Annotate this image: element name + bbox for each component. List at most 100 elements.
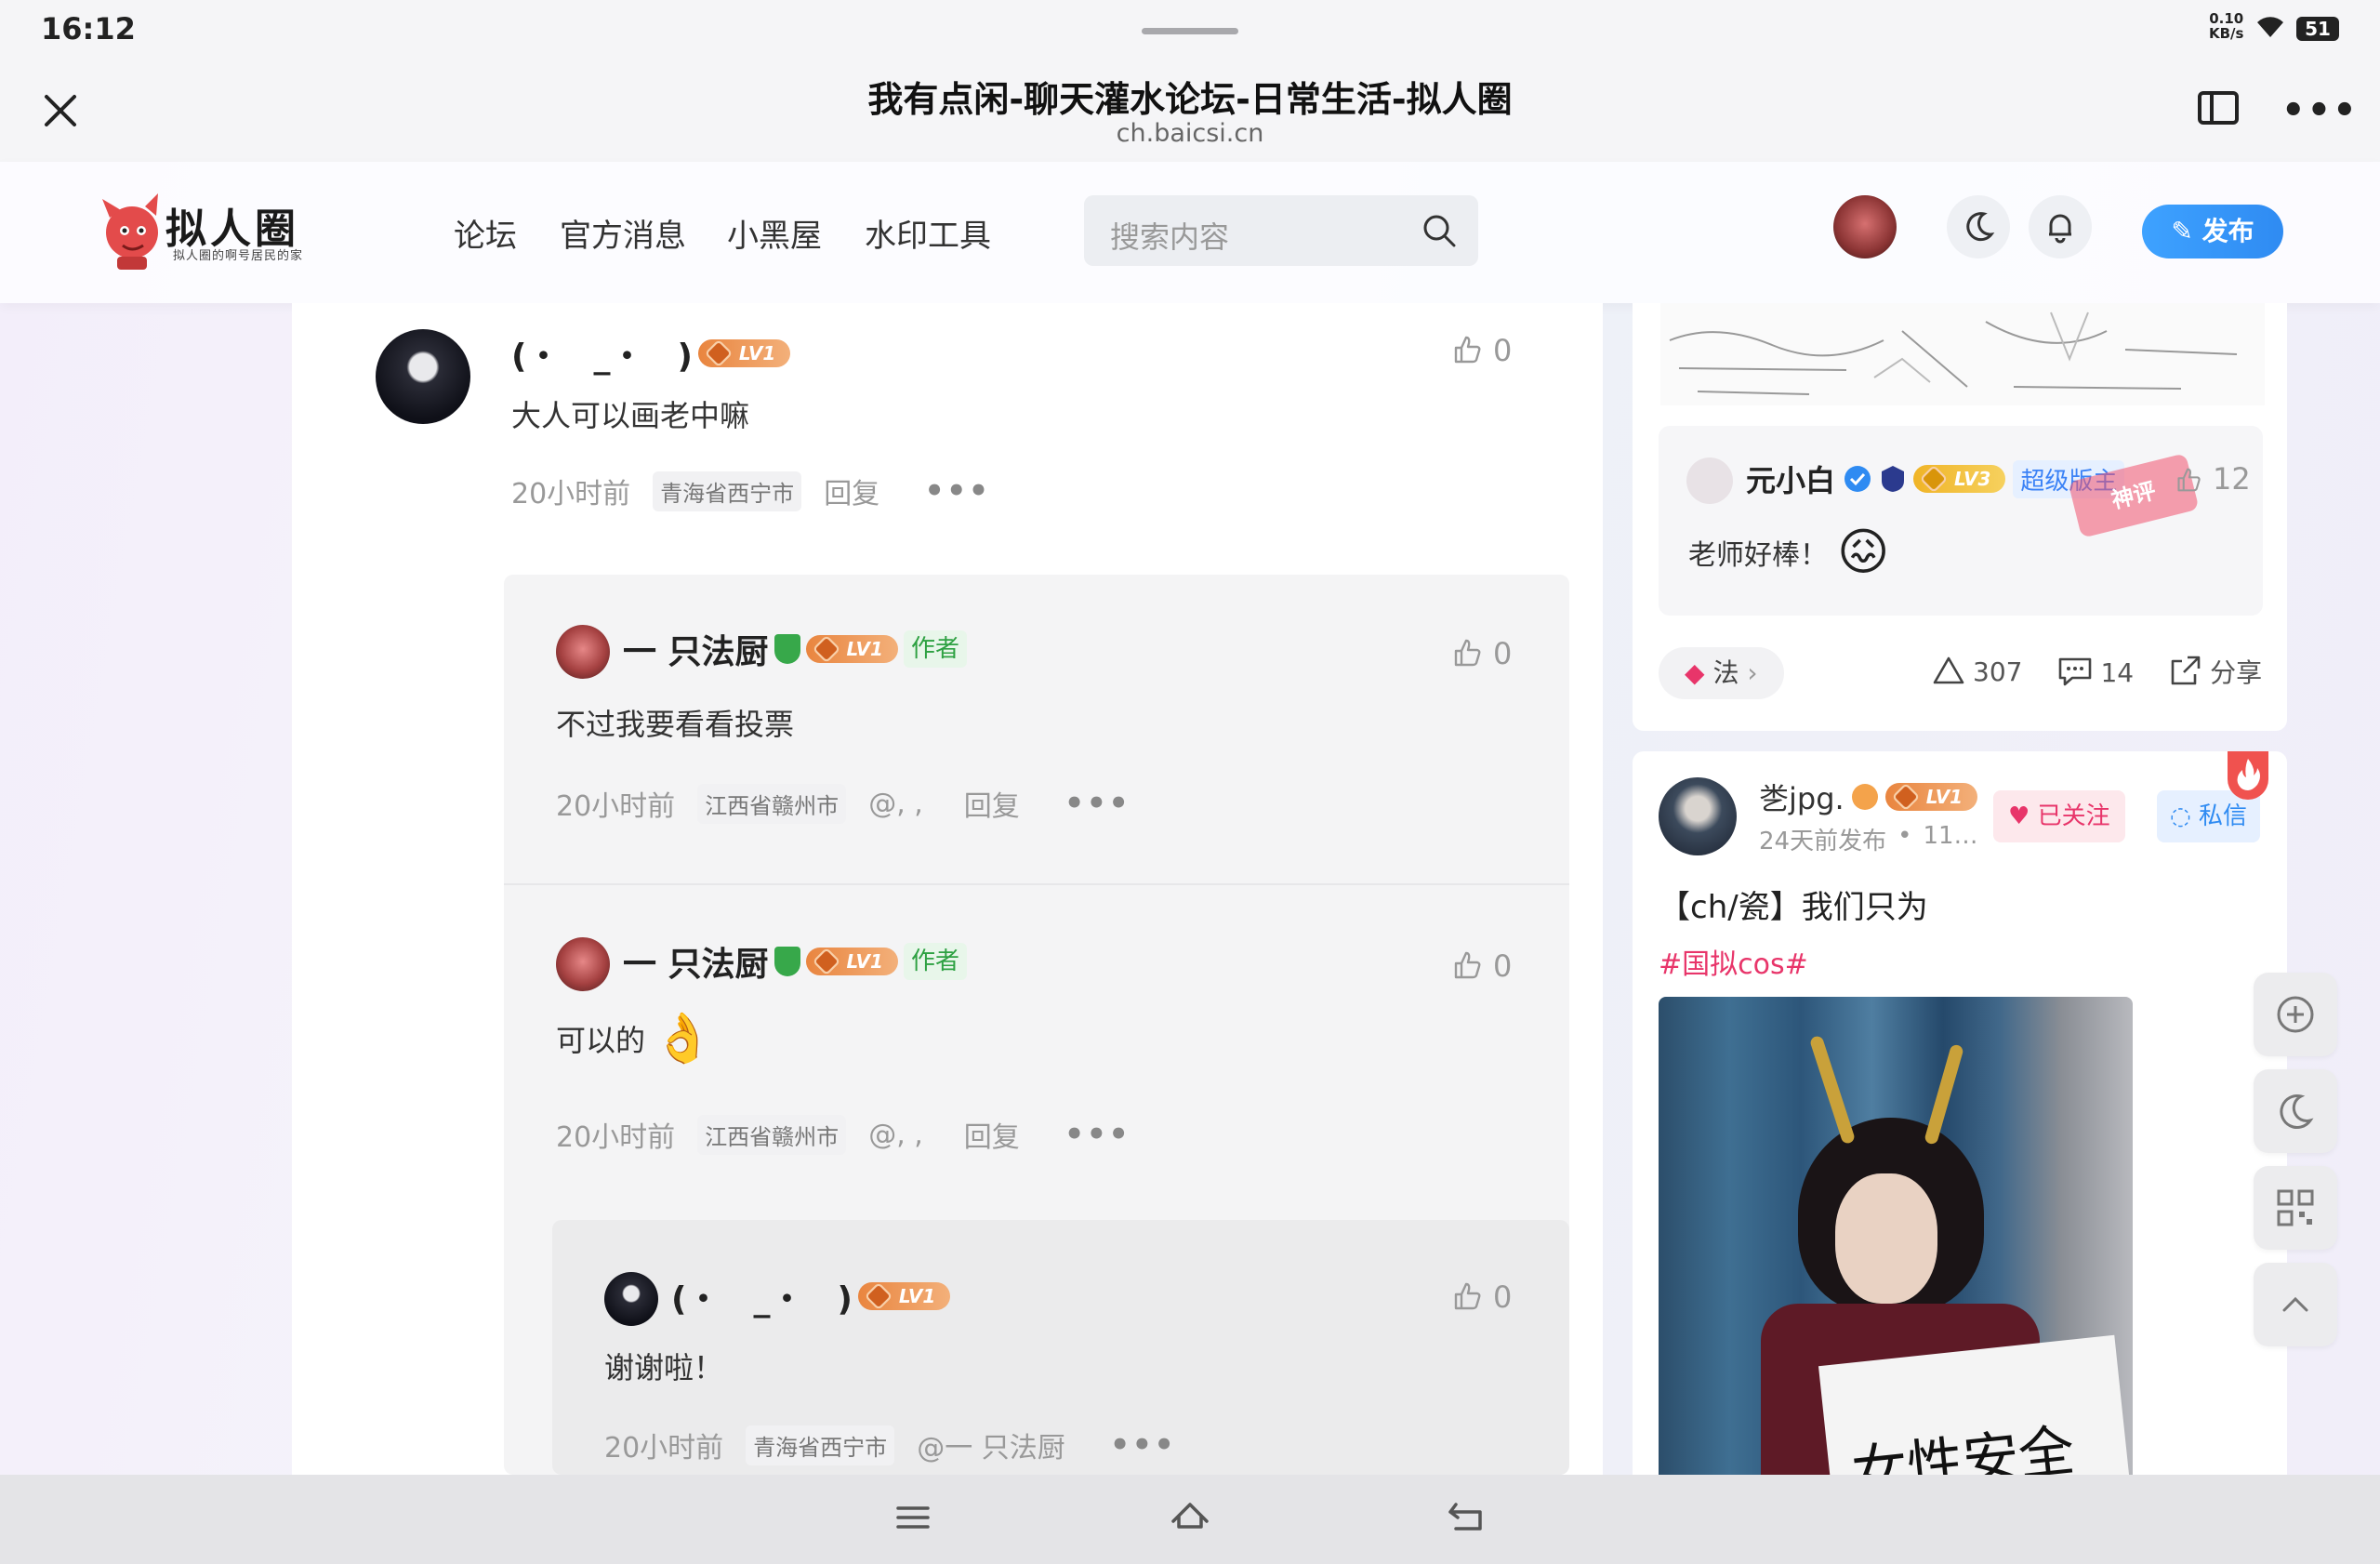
page-url: ch.baicsi.cn	[1116, 119, 1264, 148]
more-options-icon[interactable]: •••	[1064, 785, 1130, 822]
search-icon[interactable]	[1421, 212, 1458, 249]
like-button[interactable]: 0	[1452, 948, 1512, 984]
heart-icon: ♥	[2008, 802, 2038, 830]
reply-time: 20小时前	[556, 790, 676, 823]
commenter-name[interactable]: (・ _・ )	[511, 329, 693, 378]
like-button[interactable]: 0	[1452, 636, 1512, 671]
site-header: 拟人圈 拟人圈的啊号居民的家 论坛 官方消息 小黑屋 水印工具 搜索内容 ✎ 发…	[0, 162, 2380, 303]
reply-header: (・ _・ ) LV1	[671, 1272, 951, 1320]
more-icon[interactable]: •••	[2281, 89, 2359, 132]
battery-icon: 51	[2296, 17, 2339, 41]
comment-icon	[2059, 657, 2092, 685]
notifications-button[interactable]	[2029, 195, 2092, 258]
reply-button[interactable]: 回复	[964, 1114, 1020, 1155]
sidebar-post-card: 元小白 LV3 超级版主 神评 12 老师好棒！ 😖 ◆ 法 › 307 14 …	[1633, 303, 2287, 731]
page-title: 我有点闲-聊天灌水论坛-日常生活-拟人圈	[867, 79, 1513, 120]
thumbs-up-icon	[1454, 336, 1481, 364]
share-icon	[2171, 656, 2201, 685]
nav-official-news[interactable]: 官方消息	[560, 210, 686, 256]
home-icon[interactable]	[1170, 1499, 1210, 1536]
hot-comment-header: 元小白 LV3 超级版主	[1746, 457, 2125, 500]
followed-button[interactable]: ♥ 已关注	[1993, 790, 2125, 842]
comments-button[interactable]: 14	[2057, 656, 2134, 688]
emoji: 😖	[1837, 523, 1890, 581]
nav-watermark-tool[interactable]: 水印工具	[865, 210, 991, 256]
mention-link[interactable]: @一 只法厨	[917, 1425, 1065, 1465]
more-options-icon[interactable]: •••	[1110, 1426, 1176, 1464]
hot-comment-avatar[interactable]	[1686, 457, 1733, 504]
reply-avatar[interactable]	[556, 937, 610, 991]
like-button[interactable]: 0	[1452, 333, 1512, 368]
mention-link[interactable]: @, ,	[868, 1119, 923, 1151]
more-options-icon[interactable]: •••	[1064, 1116, 1130, 1153]
mention-link[interactable]: @, ,	[868, 788, 923, 820]
reply-button[interactable]: 回复	[824, 471, 879, 511]
nav-blackroom[interactable]: 小黑屋	[727, 210, 822, 256]
sketch-image[interactable]	[1660, 303, 2265, 405]
qr-code-button[interactable]	[2254, 1166, 2337, 1250]
hot-comment-user[interactable]: 元小白	[1746, 457, 1835, 500]
commenter-avatar[interactable]	[376, 329, 470, 424]
nav-forum[interactable]: 论坛	[454, 210, 517, 256]
level-badge: LV1	[1884, 783, 1978, 811]
author-tag: 作者	[903, 630, 967, 668]
triangle-up-icon	[1933, 656, 1964, 684]
horn-left	[1808, 1034, 1857, 1146]
post-tag-chip[interactable]: ◆ 法 ›	[1659, 647, 1784, 699]
comment-text: 大人可以画老中嘛	[511, 398, 750, 433]
reply-button[interactable]: 回复	[964, 783, 1020, 824]
search-input[interactable]: 搜索内容	[1084, 195, 1478, 266]
thumbs-up-icon	[1454, 951, 1481, 979]
post-stats: 307 14 分享	[1932, 653, 2262, 690]
reply-avatar[interactable]	[604, 1272, 658, 1326]
system-nav-bar	[0, 1475, 2380, 1564]
hot-comment: 元小白 LV3 超级版主 神评 12 老师好棒！ 😖	[1659, 426, 2263, 616]
post-time: 24天前发布	[1759, 828, 1887, 855]
qr-code-icon	[2277, 1189, 2314, 1226]
more-options-icon[interactable]: •••	[924, 472, 990, 510]
dark-mode-button[interactable]	[1947, 195, 2010, 258]
post-hashtag[interactable]: #国拟cos#	[1659, 941, 1808, 982]
site-logo-subtitle: 拟人圈的啊号居民的家	[173, 249, 304, 263]
user-avatar[interactable]	[1833, 195, 1897, 258]
verified-check-icon	[1844, 466, 1871, 492]
upvote-button[interactable]: 307	[1932, 656, 2022, 687]
menu-icon[interactable]	[894, 1499, 932, 1536]
reply-meta: 20小时前 江西省赣州市 @, , 回复 •••	[556, 1114, 1130, 1155]
like-button[interactable]: 0	[1452, 1279, 1512, 1315]
chevron-right-icon: ›	[1739, 657, 1758, 688]
poster-name[interactable]: 㐘jpg.	[1759, 775, 1844, 818]
reply-location: 江西省赣州市	[697, 1114, 847, 1155]
reply-avatar[interactable]	[556, 625, 610, 679]
hot-comment-text-row: 老师好棒！ 😖	[1688, 523, 1889, 581]
add-button[interactable]	[2254, 973, 2337, 1056]
reply-author-name[interactable]: 一 只法厨	[623, 937, 769, 986]
reply-author-name[interactable]: 一 只法厨	[623, 625, 769, 673]
level-badge: LV1	[805, 635, 898, 663]
post-image[interactable]: 女性安全	[1659, 997, 2133, 1475]
like-button[interactable]: 12	[2175, 461, 2251, 497]
reply-time: 20小时前	[556, 1121, 676, 1154]
divider	[504, 883, 1569, 885]
publish-button[interactable]: ✎ 发布	[2142, 205, 2283, 258]
post-extra: 11…	[1923, 822, 1978, 850]
reply-location: 江西省赣州市	[697, 783, 847, 824]
split-view-icon[interactable]	[2198, 91, 2239, 125]
ok-hand-emoji: 👌	[653, 1011, 713, 1067]
reply-author-name[interactable]: (・ _・ )	[671, 1272, 853, 1320]
reply-text: 可以的 👌	[556, 1011, 713, 1067]
poster-header: 㐘jpg. LV1	[1759, 775, 1978, 818]
share-button[interactable]: 分享	[2169, 653, 2262, 690]
theme-toggle-button[interactable]	[2254, 1069, 2337, 1153]
badge-shield-icon	[1882, 466, 1905, 492]
comment-meta: 20小时前 青海省西宁市 回复 •••	[511, 471, 990, 511]
post-title[interactable]: 【ch/瓷】我们只为	[1659, 881, 1928, 927]
poster-avatar[interactable]	[1659, 777, 1737, 855]
sheet-handle[interactable]	[1142, 28, 1238, 34]
mascot-logo-icon[interactable]	[97, 190, 171, 273]
reply-text: 不过我要看看投票	[556, 707, 795, 742]
back-to-top-button[interactable]	[2254, 1263, 2337, 1346]
reply-time: 20小时前	[604, 1432, 724, 1465]
verified-shield-icon	[774, 947, 800, 976]
back-icon[interactable]	[1447, 1499, 1488, 1536]
